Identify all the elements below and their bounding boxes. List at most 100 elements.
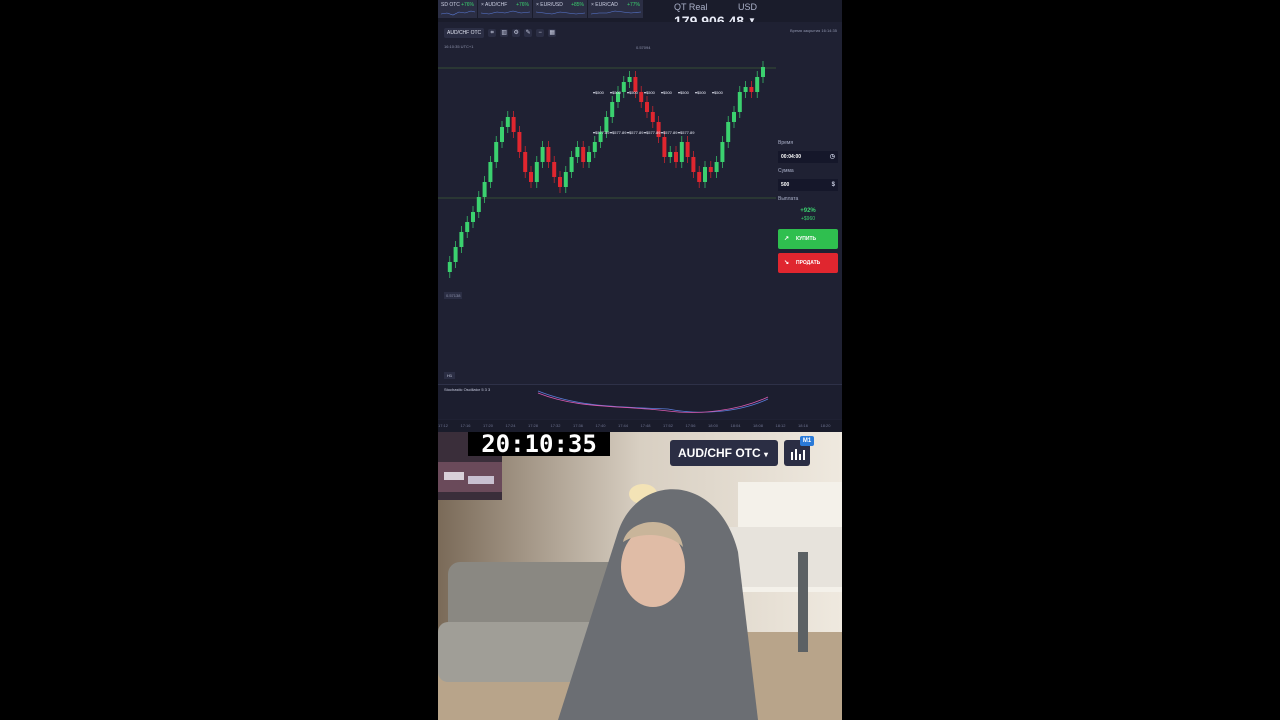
asset-tab-pct: +76% xyxy=(516,2,529,8)
candle xyxy=(494,142,499,162)
time-tick: 17:48 xyxy=(640,423,651,428)
candle xyxy=(569,157,574,172)
asset-tab-pct: +76% xyxy=(461,2,474,8)
candle xyxy=(575,147,580,157)
candle xyxy=(500,127,504,142)
high-price-tag: 0.57094 xyxy=(636,45,651,50)
overlay-pair-selector[interactable]: AUD/CHF OTC ▾ xyxy=(670,440,778,466)
asset-tab-label: × EUR/USD xyxy=(536,2,563,8)
candle xyxy=(517,132,522,152)
time-tick: 17:40 xyxy=(595,423,606,428)
candle xyxy=(662,137,667,157)
sparkline xyxy=(481,10,530,15)
candle xyxy=(558,177,562,187)
candle xyxy=(581,147,586,162)
time-label: Время xyxy=(778,140,794,146)
payout-pct: +92% xyxy=(800,208,816,214)
candle xyxy=(529,172,533,182)
candle xyxy=(627,77,632,82)
time-tick: 17:52 xyxy=(663,423,674,428)
asset-tab[interactable]: × EUR/USD +85% xyxy=(533,0,588,18)
sparkline xyxy=(536,11,585,15)
candle xyxy=(471,212,475,222)
trade-label: ▾$577.89 xyxy=(610,130,627,135)
candle xyxy=(761,67,765,77)
candle xyxy=(703,167,707,182)
time-tick: 17:44 xyxy=(618,423,629,428)
oscillator-pane: Stochastic Oscillator 5 3 3 xyxy=(438,384,842,419)
candle xyxy=(511,117,516,132)
asset-tab-label: SD OTC xyxy=(441,2,460,8)
amount-value: 500 xyxy=(781,182,790,188)
timeframe-selector[interactable]: H1 xyxy=(444,372,456,379)
timeframe-badge: M1 xyxy=(800,436,814,446)
trade-panel: Время закрытия 16:14:35 Время 00:04:00 ◷ … xyxy=(776,22,842,384)
candle xyxy=(726,122,731,142)
candle xyxy=(592,142,597,152)
candle xyxy=(732,112,736,122)
time-tick: 18:08 xyxy=(753,423,764,428)
currency-label: USD xyxy=(738,2,758,12)
candle xyxy=(563,172,568,187)
candle xyxy=(685,142,690,157)
asset-tab[interactable]: × AUD/CHF +76% xyxy=(478,0,533,18)
asset-tab[interactable]: SD OTC +76% xyxy=(438,0,478,18)
trade-label: ▾$577.89 xyxy=(593,130,610,135)
sell-label: ПРОДАТЬ xyxy=(796,260,821,266)
buy-button[interactable]: ↗ КУПИТЬ xyxy=(778,229,838,249)
candle xyxy=(645,102,649,112)
candle xyxy=(621,82,626,92)
payout-amount: +$960 xyxy=(800,216,816,222)
account-type[interactable]: QT Real xyxy=(674,2,707,12)
buy-label: КУПИТЬ xyxy=(796,236,817,242)
candle xyxy=(650,112,655,122)
candle xyxy=(668,152,673,157)
candle xyxy=(674,152,678,162)
time-tick: 17:32 xyxy=(550,423,561,428)
time-tick: 17:16 xyxy=(460,423,471,428)
sell-button[interactable]: ↘ ПРОДАТЬ xyxy=(778,253,838,273)
sparkline xyxy=(441,10,475,16)
time-tick: 18:00 xyxy=(708,423,719,428)
time-tick: 18:16 xyxy=(798,423,809,428)
time-tick: 17:36 xyxy=(573,423,584,428)
candle xyxy=(691,157,696,172)
trade-label: ▾$500 xyxy=(627,90,639,95)
candle xyxy=(587,152,591,162)
trade-label: ▾$577.89 xyxy=(644,130,661,135)
candle xyxy=(737,92,742,112)
clock-display: 20:10:35 xyxy=(468,432,610,456)
candle xyxy=(453,247,458,262)
overlay-pair-label: AUD/CHF OTC xyxy=(678,446,761,460)
asset-tab[interactable]: × EUR/CAD +77% xyxy=(588,0,644,18)
candle xyxy=(465,222,470,232)
trading-app-screen: SD OTC +76% × AUD/CHF +76% × EUR/USD +85% ×… xyxy=(438,0,842,720)
candlestick-chart: ▾$500 ▾$500 ▾$500 ▾$500 ▾$500 ▾$500 ▾$500 ▾$500… xyxy=(438,22,778,384)
candle xyxy=(447,262,452,272)
trade-label: ▾$577.89 xyxy=(627,130,644,135)
trade-label: ▾$500 xyxy=(678,90,690,95)
candle xyxy=(743,87,748,92)
candle xyxy=(523,152,528,172)
trade-label: ▾$500 xyxy=(644,90,656,95)
time-field[interactable]: 00:04:00 ◷ xyxy=(778,151,838,163)
candle xyxy=(459,232,464,247)
payout-label: Выплата xyxy=(778,196,799,202)
amount-label: Сумма xyxy=(778,168,794,174)
time-tick: 17:20 xyxy=(483,423,494,428)
trade-label: ▾$500 xyxy=(712,90,724,95)
candle xyxy=(714,162,719,172)
time-tick: 17:28 xyxy=(528,423,539,428)
oscillator-lines xyxy=(537,390,769,413)
candle xyxy=(546,147,551,162)
candle xyxy=(708,167,713,172)
trade-label: ▾$500 xyxy=(695,90,707,95)
candle xyxy=(755,77,760,92)
price-chart[interactable]: AUD/CHF OTC ⌗ ▥ ⚙ ✎ − ▦ 16:10:35 UTC+1 ▾… xyxy=(438,22,778,384)
candle xyxy=(534,162,539,182)
candle xyxy=(476,197,481,212)
candle xyxy=(552,162,557,177)
amount-field[interactable]: 500 $ xyxy=(778,179,838,191)
candle xyxy=(679,142,684,162)
candle xyxy=(720,142,725,162)
